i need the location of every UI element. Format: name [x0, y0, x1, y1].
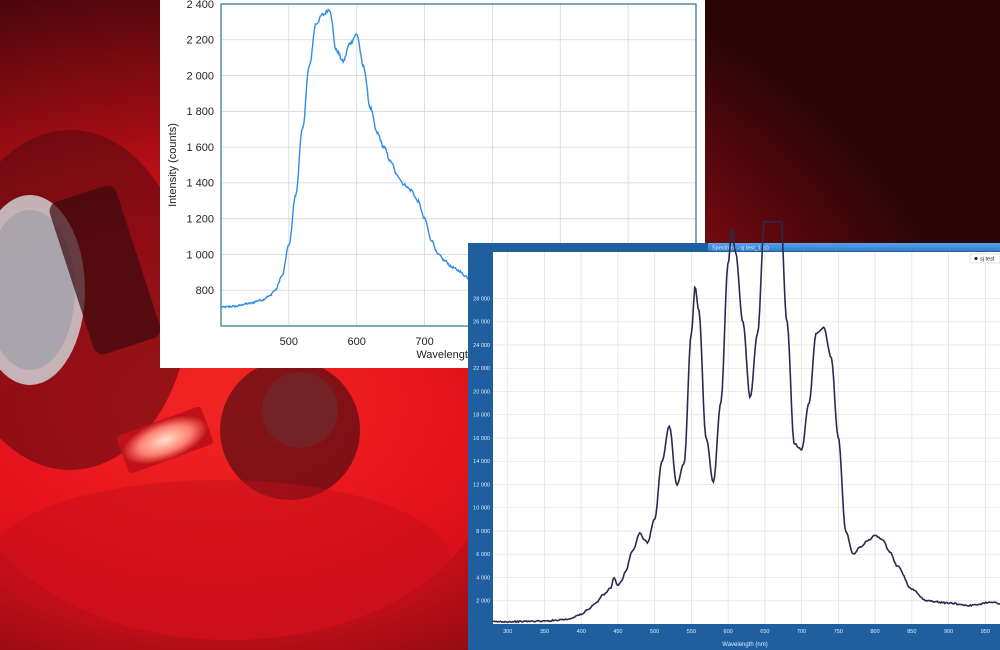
chart-2-x-tick-label: 450 [613, 629, 622, 635]
chart-2-x-tick-label: 950 [981, 629, 990, 635]
chart-2-y-tick-label: 4 000 [476, 575, 490, 581]
chart-2-x-tick-label: 800 [870, 629, 879, 635]
chart-2-y-tick-label: 18 000 [473, 413, 490, 419]
chart-2-y-tick-label: 26 000 [473, 320, 490, 326]
chart-2-y-tick-label: 8 000 [476, 529, 490, 535]
chart-2-y-tick-label: 2 000 [476, 599, 490, 605]
chart-1-y-axis-label: Intensity (counts) [167, 123, 179, 207]
chart-2-x-axis-label: Wavelength (nm) [722, 642, 767, 648]
chart-2-x-tick-label: 350 [540, 629, 549, 635]
chart-2-y-tick-label: 28 000 [473, 296, 490, 302]
chart-2-x-tick-label: 850 [907, 629, 916, 635]
chart-1-y-tick-label: 2 200 [186, 35, 214, 47]
chart-1-y-tick-label: 2 400 [186, 0, 214, 11]
chart-2-x-tick-label: 400 [577, 629, 586, 635]
chart-2-y-tick-label: 16 000 [473, 436, 490, 442]
chart-1-y-tick-label: 1 800 [186, 106, 214, 118]
chart-2-y-tick-label: 20 000 [473, 389, 490, 395]
chart-2-x-tick-label: 650 [760, 629, 769, 635]
chart-1-y-tick-label: 1 000 [186, 249, 214, 261]
chart-1-x-tick-label: 500 [280, 336, 298, 348]
chart-2-x-tick-label: 600 [724, 629, 733, 635]
chart-2-y-tick-label: 6 000 [476, 552, 490, 558]
composite-figure: 5006007008009001 0001 1008001 0001 2001 … [0, 0, 1000, 650]
chart-2-y-tick-label: 14 000 [473, 459, 490, 465]
chart-2-title: Spectrum - sj test_1 (s) [712, 246, 769, 252]
chart-1-y-tick-label: 2 000 [186, 70, 214, 82]
chart-2-legend: sj test [969, 253, 1000, 264]
chart-2-x-tick-label: 300 [503, 629, 512, 635]
chart-2-y-tick-label: 12 000 [473, 482, 490, 488]
chart-1-y-tick-label: 1 200 [186, 214, 214, 226]
chart-2-y-tick-label: 22 000 [473, 366, 490, 372]
chart-2-x-tick-label: 750 [834, 629, 843, 635]
chart-1-x-tick-label: 600 [348, 336, 366, 348]
chart-2-x-tick-label: 700 [797, 629, 806, 635]
chart-2-legend-label: sj test [980, 257, 995, 263]
chart-spectrum-panel: Spectrum - sj test_1 (s) 300 350 400 450 500… [468, 221, 1000, 650]
chart-1-x-tick-label: 700 [415, 336, 433, 348]
chart-2-y-tick-label: 24 000 [473, 343, 490, 349]
chart-1-y-tick-label: 800 [196, 285, 214, 297]
chart-2-x-tick-label: 550 [687, 629, 696, 635]
chart-2-x-tick-label: 500 [650, 629, 659, 635]
chart-2-y-tick-label: 10 000 [473, 506, 490, 512]
chart-2-legend-marker [974, 256, 978, 261]
chart-2-x-tick-label: 900 [944, 629, 953, 635]
chart-1-y-tick-label: 1 400 [186, 178, 214, 190]
chart-1-y-tick-label: 1 600 [186, 142, 214, 154]
